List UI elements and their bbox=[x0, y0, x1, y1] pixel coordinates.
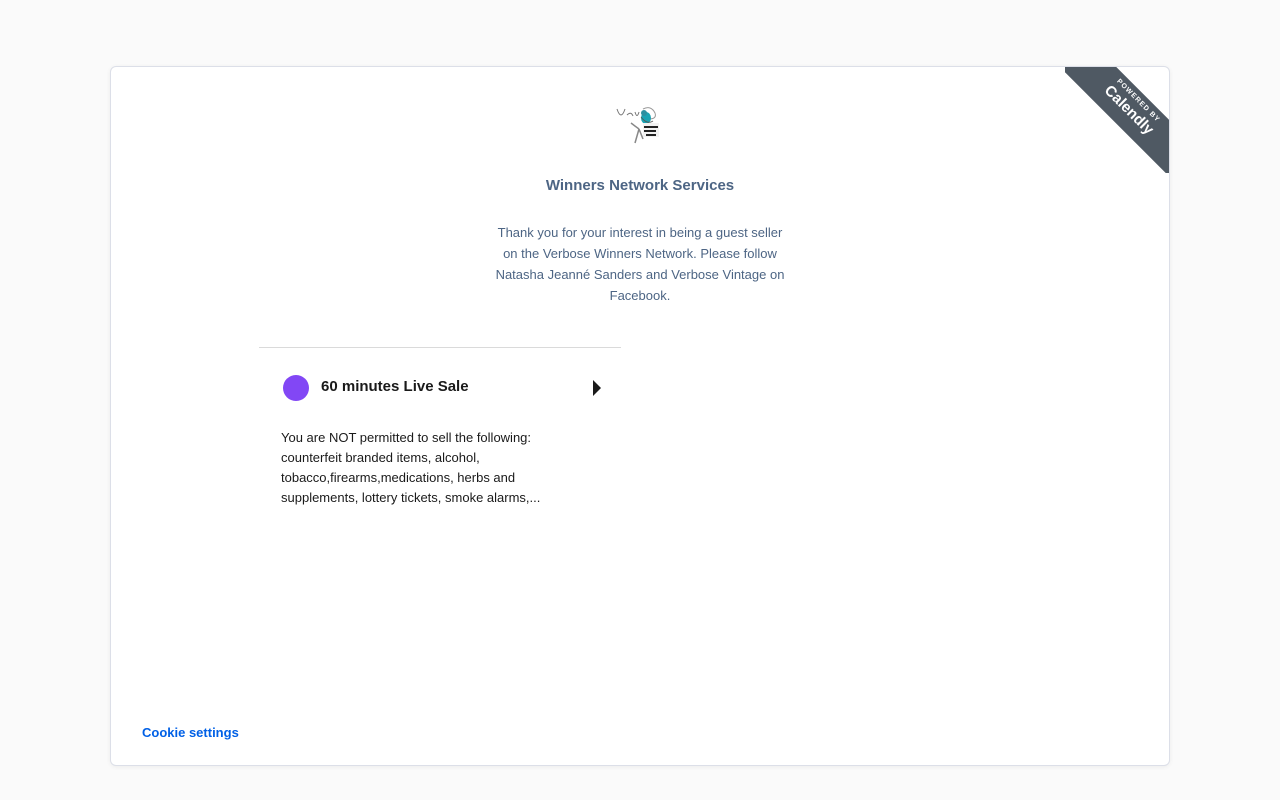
event-color-dot bbox=[283, 375, 309, 401]
event-title: 60 minutes Live Sale bbox=[321, 378, 469, 395]
booking-card: POWERED BY Calendly Winners Network Serv… bbox=[110, 66, 1170, 766]
organization-name: Winners Network Services bbox=[545, 177, 735, 194]
event-type-item[interactable]: 60 minutes Live Sale You are NOT permitt… bbox=[259, 348, 621, 518]
event-description: You are NOT permitted to sell the follow… bbox=[281, 430, 541, 505]
powered-by-calendly-ribbon[interactable]: POWERED BY Calendly bbox=[1065, 67, 1169, 173]
ribbon-band: POWERED BY Calendly bbox=[1065, 67, 1169, 173]
verbose-logo-icon bbox=[613, 103, 665, 149]
cookie-settings-link[interactable]: Cookie settings bbox=[142, 725, 239, 740]
caret-right-icon bbox=[593, 380, 601, 396]
organization-description: Thank you for your interest in being a g… bbox=[495, 225, 785, 303]
